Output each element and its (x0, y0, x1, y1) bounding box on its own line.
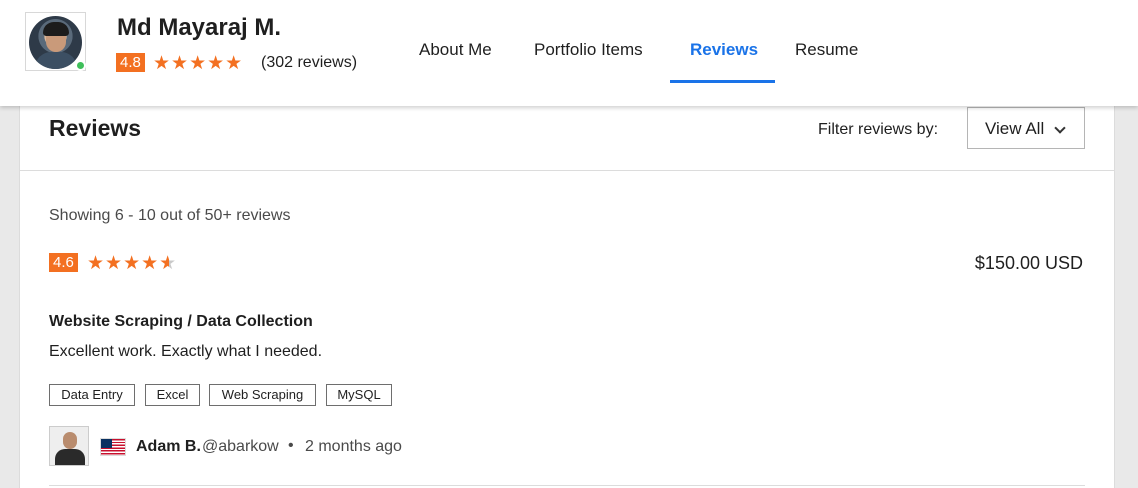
review-text: Excellent work. Exactly what I needed. (49, 343, 323, 360)
review-rating-badge: 4.6 (49, 253, 78, 272)
skill-tag[interactable]: MySQL (326, 384, 392, 406)
profile-rating-badge: 4.8 (116, 53, 145, 72)
review-time: 2 months ago (305, 438, 402, 455)
profile-star-icons: ★★★★★ (153, 53, 244, 74)
review-price: $150.00 USD (974, 253, 1083, 273)
avatar-image (29, 16, 82, 69)
profile-name: Md Mayaraj M. (117, 14, 282, 41)
review-divider (49, 485, 1085, 486)
profile-review-count[interactable]: (302 reviews) (261, 54, 357, 72)
project-title[interactable]: Website Scraping / Data Collection (49, 313, 313, 331)
online-status-icon (75, 60, 86, 71)
reviewer-name[interactable]: Adam B. (136, 438, 201, 456)
section-divider (20, 170, 1114, 171)
reviews-card: Reviews Filter reviews by: View All Show… (19, 100, 1115, 488)
showing-count: Showing 6 - 10 out of 50+ reviews (49, 207, 291, 224)
reviewer-avatar[interactable] (49, 426, 89, 466)
reviews-title: Reviews (49, 115, 142, 141)
reviewer-handle[interactable]: @abarkow (202, 438, 279, 456)
skill-tag[interactable]: Web Scraping (209, 384, 316, 406)
profile-avatar[interactable] (25, 12, 86, 71)
separator-dot: • (288, 437, 294, 454)
skill-tag[interactable]: Data Entry (49, 384, 135, 406)
active-tab-indicator (670, 80, 775, 83)
skill-tag[interactable]: Excel (145, 384, 200, 406)
tab-portfolio-items[interactable]: Portfolio Items (534, 40, 643, 60)
filter-label: Filter reviews by: (818, 121, 939, 138)
tab-about-me[interactable]: About Me (419, 40, 492, 60)
review-star-icons: ★★★★★ (87, 253, 178, 274)
tab-reviews[interactable]: Reviews (690, 40, 758, 60)
filter-dropdown-value: View All (985, 119, 1045, 138)
tab-resume[interactable]: Resume (795, 40, 858, 60)
filter-dropdown[interactable]: View All (967, 107, 1085, 149)
chevron-down-icon (1054, 122, 1066, 134)
us-flag-icon (100, 438, 126, 456)
profile-header: Md Mayaraj M. 4.8 ★★★★★ (302 reviews) Ab… (0, 0, 1138, 106)
